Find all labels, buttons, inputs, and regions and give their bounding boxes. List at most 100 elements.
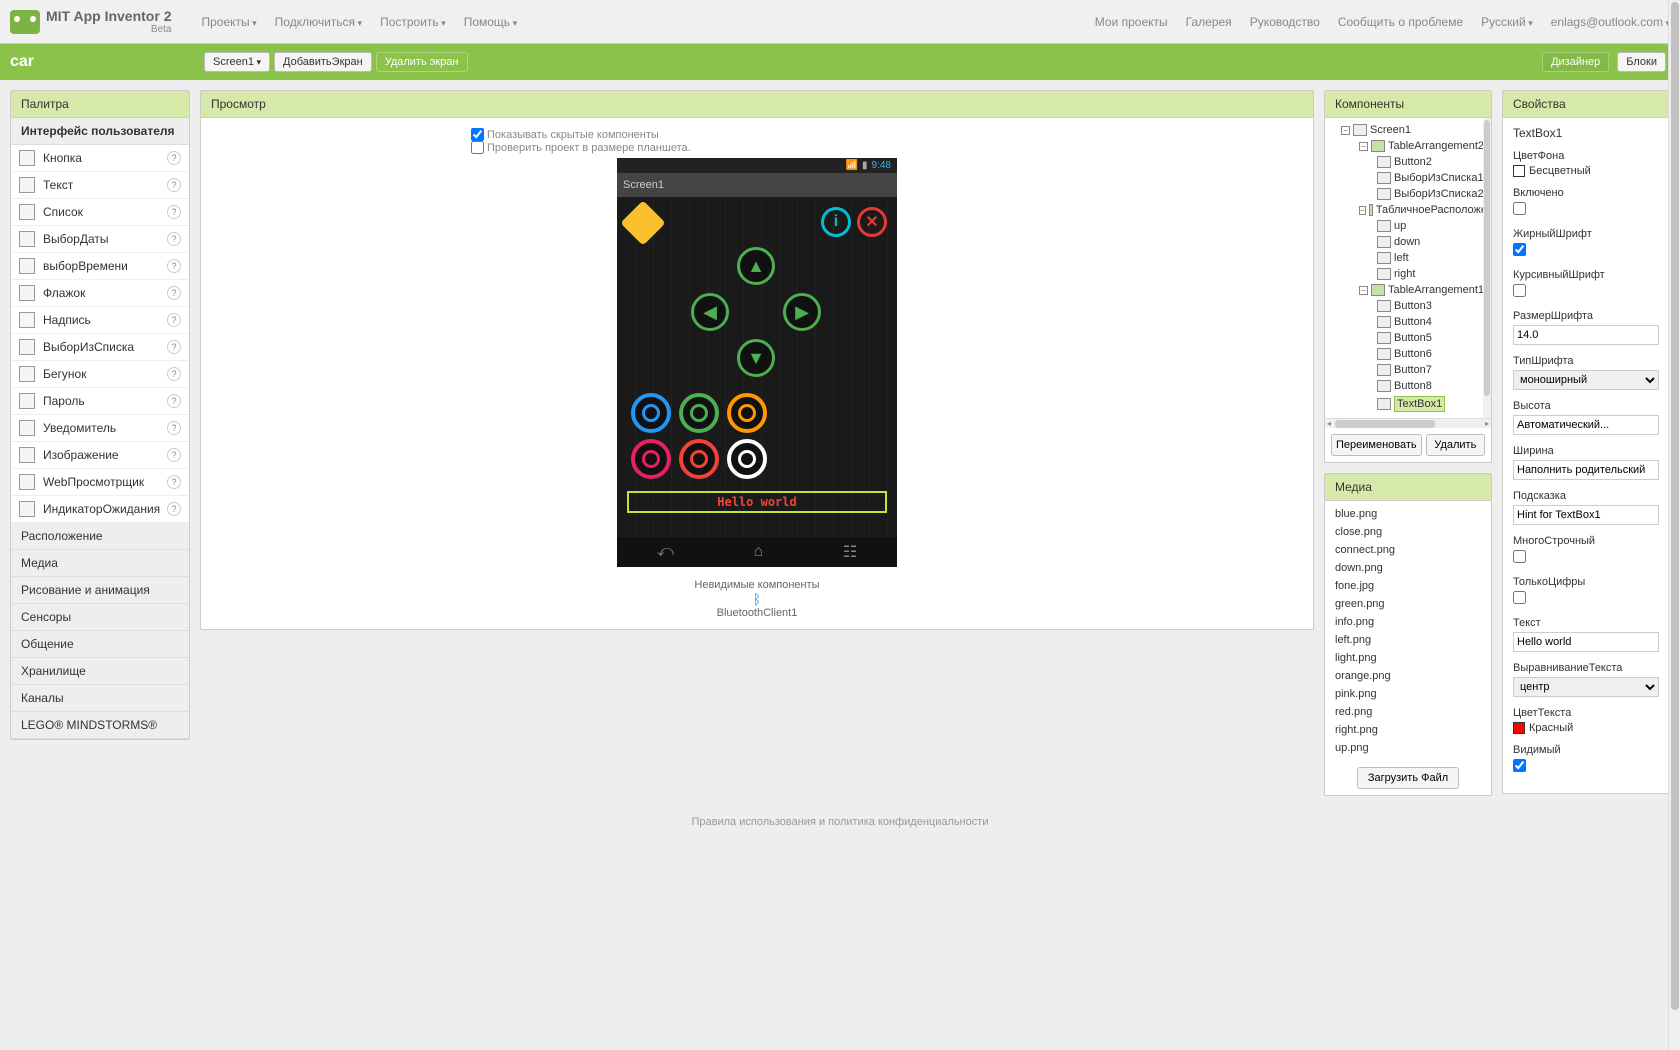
palette-item[interactable]: Список? (11, 199, 189, 226)
palette-item[interactable]: ВыборДаты? (11, 226, 189, 253)
white-button[interactable] (727, 439, 767, 479)
palette-category[interactable]: Общение (11, 631, 189, 658)
menu-guide[interactable]: Руководство (1250, 15, 1320, 29)
menu-gallery[interactable]: Галерея (1186, 15, 1232, 29)
palette-item[interactable]: Текст? (11, 172, 189, 199)
media-file[interactable]: down.png (1335, 559, 1481, 577)
up-button[interactable]: ▲ (737, 247, 775, 285)
menu-my-projects[interactable]: Мои проекты (1095, 15, 1168, 29)
connect-icon[interactable] (620, 200, 665, 245)
rename-button[interactable]: Переименовать (1331, 434, 1422, 456)
palette-category[interactable]: Рисование и анимация (11, 577, 189, 604)
palette-ui-category[interactable]: Интерфейс пользователя (11, 118, 189, 145)
palette-item[interactable]: Надпись? (11, 307, 189, 334)
tree-node[interactable]: Button6 (1329, 346, 1487, 362)
palette-item[interactable]: выборВремени? (11, 253, 189, 280)
palette-item[interactable]: ИндикаторОжидания? (11, 496, 189, 523)
hint-input[interactable] (1513, 505, 1659, 525)
color-swatch-icon[interactable] (1513, 722, 1525, 734)
tree-node[interactable]: right (1329, 266, 1487, 282)
palette-item[interactable]: Флажок? (11, 280, 189, 307)
media-file[interactable]: close.png (1335, 523, 1481, 541)
menu-build[interactable]: Построить (380, 15, 446, 29)
close-icon[interactable]: ✕ (857, 207, 887, 237)
textbox-input[interactable] (631, 495, 883, 509)
bg-swatch-icon[interactable] (1513, 165, 1525, 177)
tree-node[interactable]: ВыборИзСписка2 (1329, 186, 1487, 202)
align-select[interactable]: центр (1513, 677, 1659, 697)
blocks-tab[interactable]: Блоки (1617, 52, 1666, 72)
media-file[interactable]: connect.png (1335, 541, 1481, 559)
red-button[interactable] (679, 439, 719, 479)
tree-node[interactable]: TextBox1 (1329, 394, 1487, 414)
media-file[interactable]: right.png (1335, 721, 1481, 739)
upload-button[interactable]: Загрузить Файл (1357, 767, 1459, 789)
footer[interactable]: Правила использования и политика конфиде… (0, 806, 1680, 838)
width-input[interactable] (1513, 460, 1659, 480)
tree-node[interactable]: Button4 (1329, 314, 1487, 330)
palette-item[interactable]: Кнопка? (11, 145, 189, 172)
palette-item[interactable]: Уведомитель? (11, 415, 189, 442)
enabled-checkbox[interactable] (1513, 202, 1526, 215)
palette-category[interactable]: LEGO® MINDSTORMS® (11, 712, 189, 739)
tree-node[interactable]: ВыборИзСписка1 (1329, 170, 1487, 186)
text-input[interactable] (1513, 632, 1659, 652)
tree-node[interactable]: up (1329, 218, 1487, 234)
textbox-selected[interactable] (627, 491, 887, 513)
menu-projects[interactable]: Проекты (201, 15, 256, 29)
italic-checkbox[interactable] (1513, 284, 1526, 297)
media-file[interactable]: fone.jpg (1335, 577, 1481, 595)
media-file[interactable]: left.png (1335, 631, 1481, 649)
tree-node[interactable]: Button3 (1329, 298, 1487, 314)
visible-checkbox[interactable] (1513, 759, 1526, 772)
help-icon[interactable]: ? (167, 259, 181, 273)
blue-button[interactable] (631, 393, 671, 433)
media-file[interactable]: green.png (1335, 595, 1481, 613)
tree-node[interactable]: −Screen1 (1329, 122, 1487, 138)
palette-category[interactable]: Расположение (11, 523, 189, 550)
tree-node[interactable]: down (1329, 234, 1487, 250)
tree-node[interactable]: Button2 (1329, 154, 1487, 170)
media-file[interactable]: pink.png (1335, 685, 1481, 703)
media-file[interactable]: red.png (1335, 703, 1481, 721)
tree-node[interactable]: −TableArrangement1 (1329, 282, 1487, 298)
media-file[interactable]: up.png (1335, 739, 1481, 757)
numbers-checkbox[interactable] (1513, 591, 1526, 604)
media-file[interactable]: info.png (1335, 613, 1481, 631)
help-icon[interactable]: ? (167, 313, 181, 327)
tree-node[interactable]: Button7 (1329, 362, 1487, 378)
help-icon[interactable]: ? (167, 502, 181, 516)
typeface-select[interactable]: моноширный (1513, 370, 1659, 390)
palette-item[interactable]: ВыборИзСписка? (11, 334, 189, 361)
media-file[interactable]: light.png (1335, 649, 1481, 667)
help-icon[interactable]: ? (167, 286, 181, 300)
help-icon[interactable]: ? (167, 178, 181, 192)
help-icon[interactable]: ? (167, 232, 181, 246)
collapse-icon[interactable]: − (1359, 206, 1366, 215)
media-file[interactable]: orange.png (1335, 667, 1481, 685)
palette-item[interactable]: Бегунок? (11, 361, 189, 388)
help-icon[interactable]: ? (167, 205, 181, 219)
collapse-icon[interactable]: − (1359, 142, 1368, 151)
bluetooth-client[interactable]: BluetoothClient1 (211, 607, 1303, 619)
help-icon[interactable]: ? (167, 340, 181, 354)
tree-node[interactable]: Button5 (1329, 330, 1487, 346)
green-button[interactable] (679, 393, 719, 433)
show-hidden-checkbox[interactable]: Показывать скрытые компоненты (471, 128, 659, 141)
down-button[interactable]: ▼ (737, 339, 775, 377)
menu-language[interactable]: Русский (1481, 15, 1533, 29)
info-icon[interactable]: i (821, 207, 851, 237)
designer-tab[interactable]: Дизайнер (1542, 52, 1609, 72)
tree-scrollbar[interactable] (1483, 118, 1491, 418)
help-icon[interactable]: ? (167, 475, 181, 489)
help-icon[interactable]: ? (167, 367, 181, 381)
collapse-icon[interactable]: − (1359, 286, 1368, 295)
palette-item[interactable]: Пароль? (11, 388, 189, 415)
fontsize-input[interactable] (1513, 325, 1659, 345)
add-screen-button[interactable]: ДобавитьЭкран (274, 52, 372, 72)
tree-node[interactable]: left (1329, 250, 1487, 266)
tree-node[interactable]: −TableArrangement2 (1329, 138, 1487, 154)
media-file[interactable]: blue.png (1335, 505, 1481, 523)
palette-category[interactable]: Медиа (11, 550, 189, 577)
browser-scrollbar[interactable] (1668, 0, 1680, 1050)
